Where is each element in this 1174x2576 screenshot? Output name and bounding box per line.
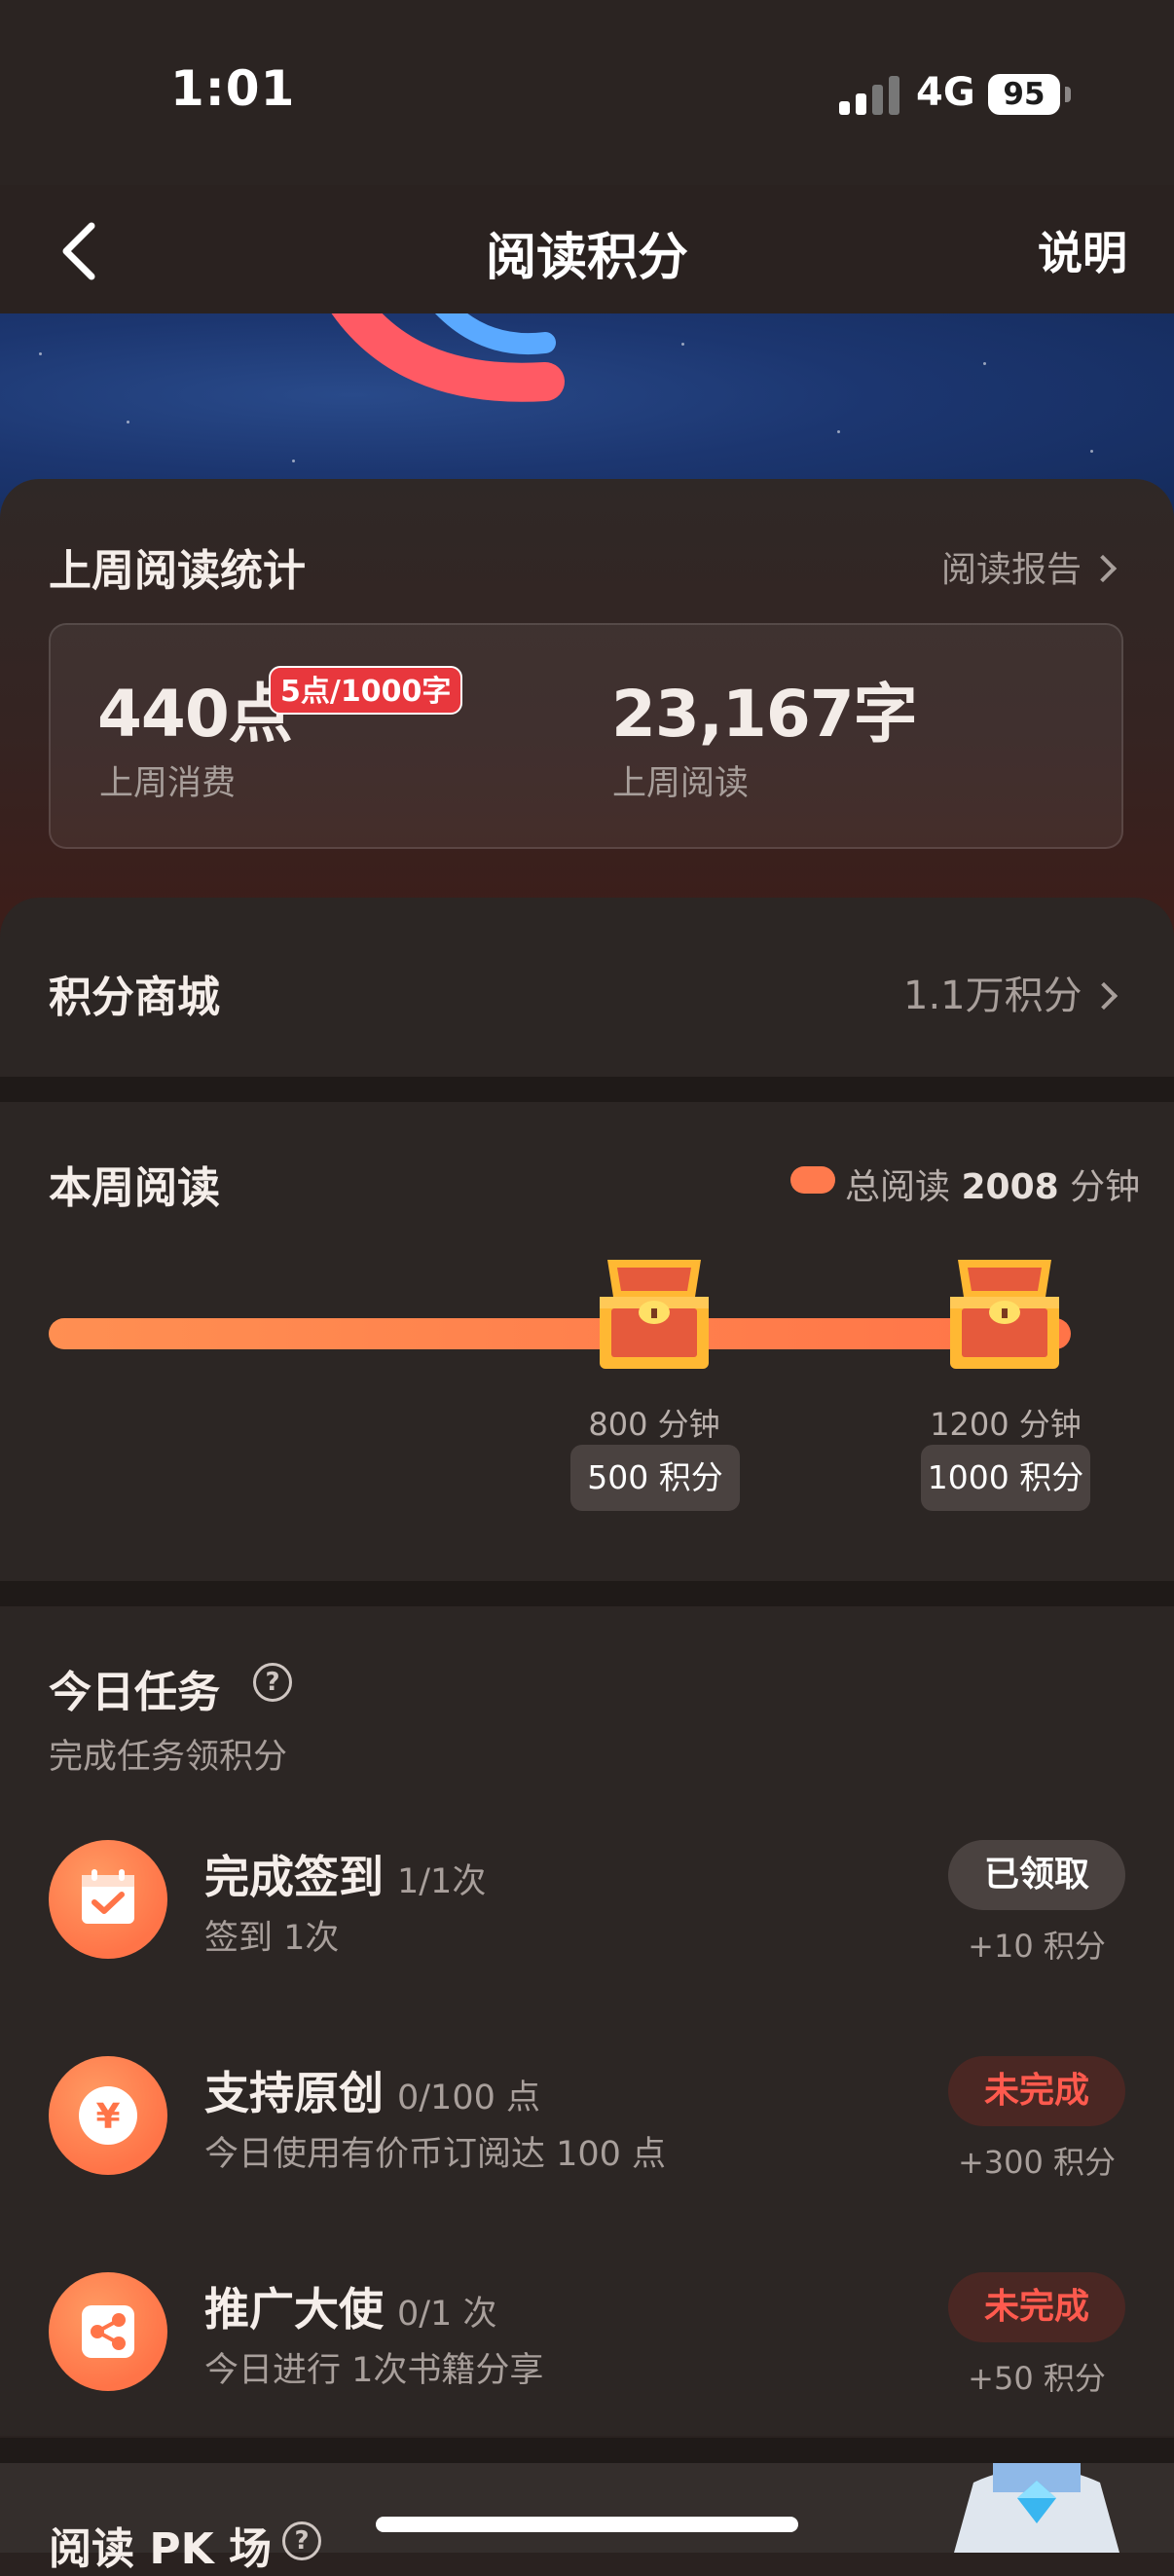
task-icon [49,1840,167,1959]
svg-text:¥: ¥ [95,2097,120,2137]
task-icon [49,2272,167,2391]
task-icon: ¥ [49,2056,167,2175]
task-title-row: 推广大使 0/1 次 [204,2274,496,2338]
task-reward: +300 积分 [957,2144,1117,2181]
diamond-badge-icon [954,2463,1119,2553]
battery-cap [1065,87,1071,102]
status-bar: 1:01 4G 95 阅读积分 说明 [0,0,1174,287]
cellular-signal-icon [839,76,899,115]
rate-badge: 5点/1000字 [269,666,463,715]
mall-points: 1.1万积分 [903,974,1082,1018]
section-divider [0,2438,1174,2463]
task-title: 推广大使 [204,2283,384,2336]
consumed-value: 440点 [97,677,293,752]
home-indicator[interactable] [376,2517,798,2532]
incomplete-button[interactable]: 未完成 [948,2056,1125,2126]
page-title: 阅读积分 [485,229,688,287]
help-icon[interactable]: ? [253,1663,292,1702]
read-label: 上周阅读 [612,764,750,803]
task-count: 0/100 点 [397,2079,540,2117]
task-title-row: 完成签到 1/1次 [204,1842,486,1906]
task-desc: 签到 1次 [204,1919,340,1958]
legend-swatch [790,1166,835,1194]
yuan-coin-icon: ¥ [79,2086,137,2145]
back-button[interactable] [51,212,109,290]
pk-title: 阅读 PK 场 [49,2524,272,2574]
section-divider [0,1581,1174,1606]
reading-progress-bar [49,1318,1071,1349]
task-count: 1/1次 [397,1862,487,1901]
chevron-right-icon [1088,554,1118,583]
chevron-left-icon [62,222,95,280]
task-reward: +10 积分 [968,1928,1106,1965]
weekly-title: 本周阅读 [49,1163,220,1213]
legend-suffix: 分钟 [1070,1167,1141,1207]
tasks-subtitle: 完成任务领积分 [49,1738,288,1777]
chevron-right-icon [1089,981,1118,1011]
task-desc: 今日进行 1次书籍分享 [204,2351,544,2390]
milestone-reward: 500 积分 [570,1445,740,1511]
explain-button[interactable]: 说明 [1038,218,1127,282]
battery-icon: 95 [988,74,1060,115]
task-title: 支持原创 [204,2067,384,2119]
total-minutes: 2008 [961,1167,1059,1207]
treasure-chest-icon[interactable] [598,1258,711,1373]
calendar-check-icon [82,1869,134,1924]
section-divider [0,1077,1174,1102]
milestone-minutes: 1200 分钟 [930,1406,1082,1443]
milestone-reward: 1000 积分 [921,1445,1090,1511]
incomplete-button[interactable]: 未完成 [948,2272,1125,2342]
milestone-minutes: 800 分钟 [588,1406,720,1443]
total-reading-legend: 总阅读 2008 分钟 [845,1159,1140,1209]
task-title-row: 支持原创 0/100 点 [204,2058,540,2122]
claimed-button[interactable]: 已领取 [948,1840,1125,1910]
status-time: 1:01 [170,60,296,117]
legend-prefix: 总阅读 [845,1167,951,1207]
task-count: 0/1 次 [397,2295,497,2334]
mall-points-link[interactable]: 1.1万积分 [903,964,1118,1020]
help-icon[interactable]: ? [282,2521,321,2560]
network-type: 4G [916,70,975,115]
stats-title: 上周阅读统计 [49,546,306,596]
treasure-chest-icon[interactable] [948,1258,1061,1373]
task-desc: 今日使用有价币订阅达 100 点 [204,2135,667,2174]
consumed-label: 上周消费 [99,764,237,803]
task-title: 完成签到 [204,1851,384,1903]
reading-report-label: 阅读报告 [941,550,1082,590]
share-icon [82,2305,134,2358]
tasks-title: 今日任务 [49,1668,220,1717]
read-value: 23,167字 [611,677,918,752]
task-reward: +50 积分 [968,2360,1106,2397]
mall-title: 积分商城 [49,973,220,1022]
reading-report-link[interactable]: 阅读报告 [941,541,1118,592]
